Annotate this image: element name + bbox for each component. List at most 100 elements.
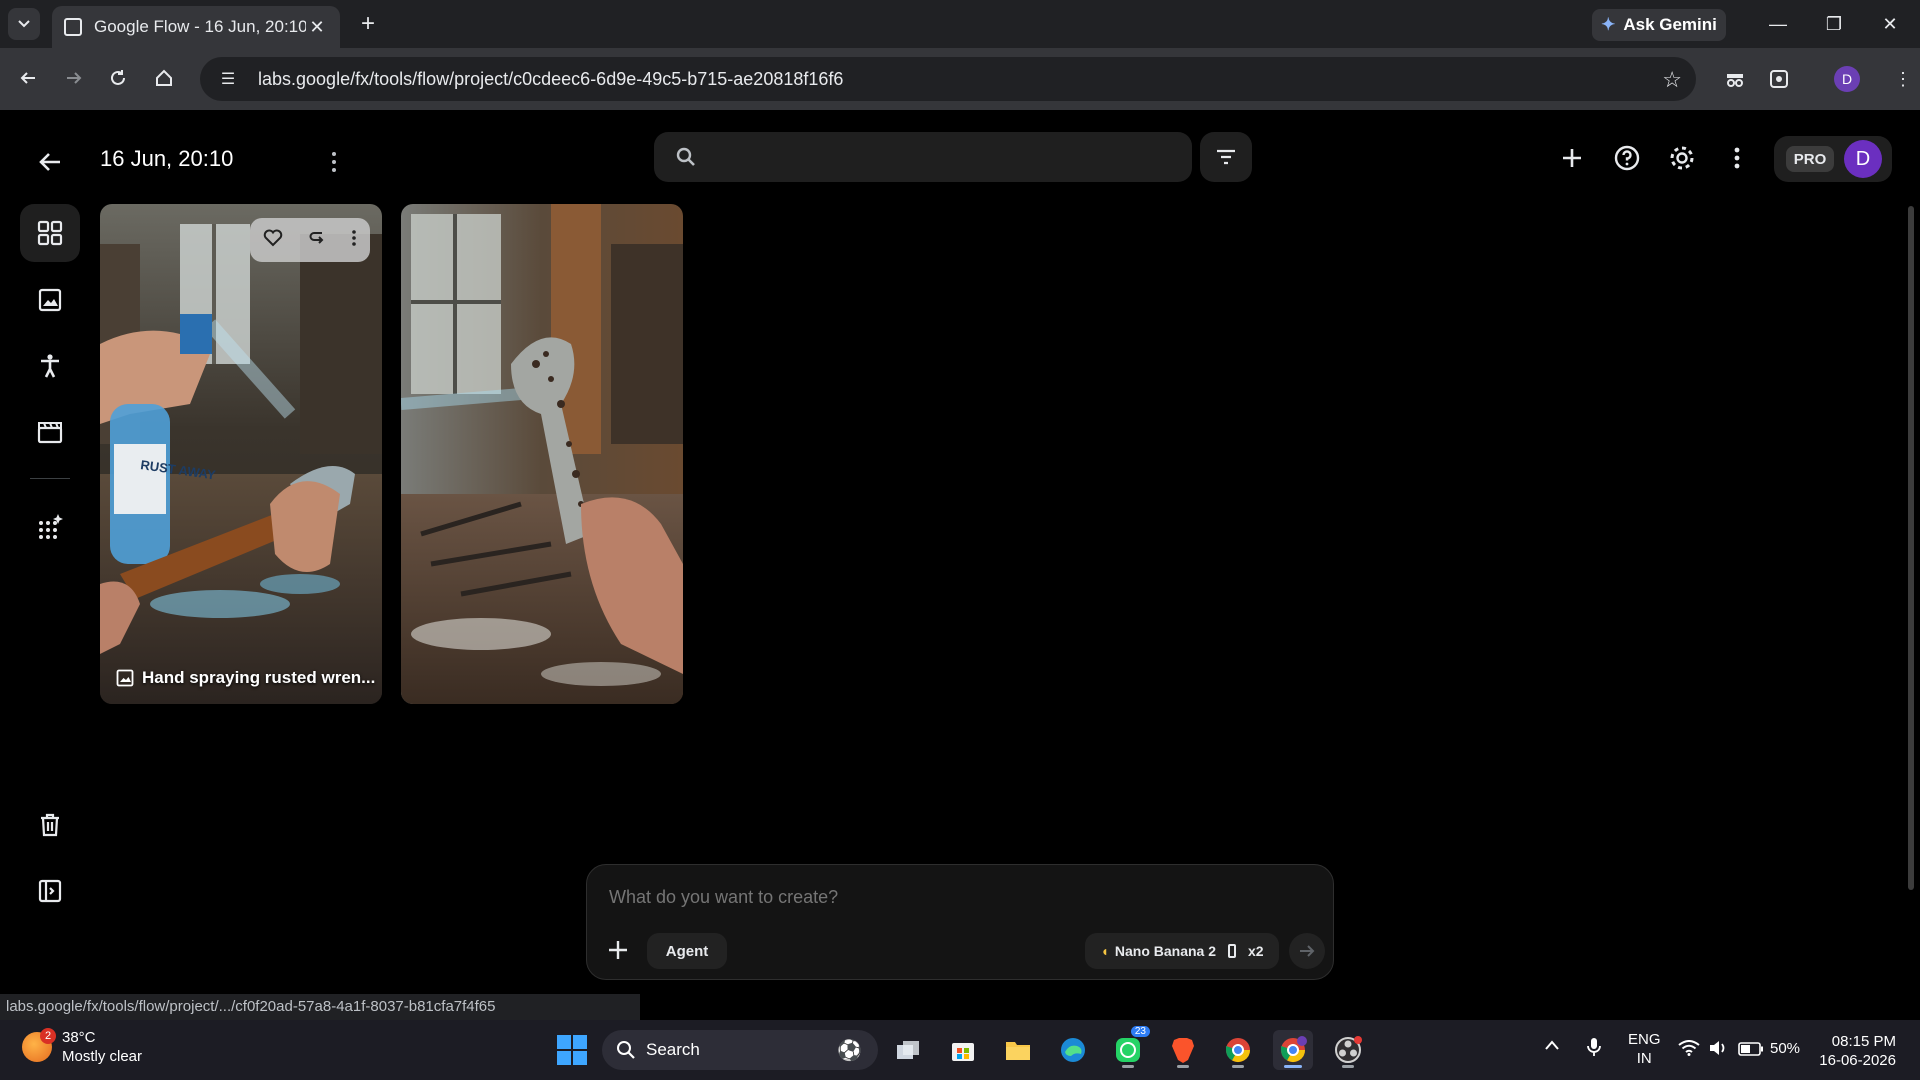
agent-button[interactable]: Agent xyxy=(647,933,727,969)
new-tab-button[interactable]: + xyxy=(354,10,382,38)
search-input[interactable] xyxy=(654,132,1192,182)
weather-desc: Mostly clear xyxy=(62,1048,143,1065)
restore-window-button[interactable]: ❐ xyxy=(1814,10,1854,38)
generated-image-wrench-spray xyxy=(401,204,683,704)
nav-toggle-panel[interactable] xyxy=(20,862,80,920)
os-taskbar: 2 38°C Mostly clear Search ⚽ 23 ENG IN 5… xyxy=(0,1020,1920,1080)
edge-browser-icon[interactable] xyxy=(1053,1030,1093,1070)
link-hover-status: labs.google/fx/tools/flow/project/.../cf… xyxy=(0,994,640,1020)
start-button[interactable] xyxy=(552,1030,592,1070)
chrome-menu-icon[interactable]: ⋮ xyxy=(1888,64,1918,94)
chrome-profile-icon[interactable] xyxy=(1273,1030,1313,1070)
prompt-input[interactable] xyxy=(609,887,1269,908)
clapperboard-icon xyxy=(37,422,63,444)
nav-tools[interactable] xyxy=(20,497,80,555)
add-media-icon[interactable] xyxy=(603,935,633,965)
obs-recorder-icon[interactable] xyxy=(1328,1030,1368,1070)
bookmark-star-icon[interactable]: ☆ xyxy=(1662,67,1682,93)
battery-status[interactable]: 50% xyxy=(1738,1040,1800,1057)
browser-toolbar: ☰ labs.google/fx/tools/flow/project/c0cd… xyxy=(0,48,1920,110)
card-caption: Hand spraying rusted wren... xyxy=(116,668,375,688)
page-scrollbar[interactable] xyxy=(1908,206,1914,890)
gemini-sparkle-icon: ✦ xyxy=(1601,15,1616,34)
reuse-prompt-icon[interactable] xyxy=(308,229,326,252)
favorite-heart-icon[interactable] xyxy=(263,229,283,252)
minimize-window-button[interactable]: — xyxy=(1758,10,1798,38)
prompt-composer: Agent ◖ Nano Banana 2 x2 xyxy=(586,864,1334,980)
image-icon xyxy=(38,288,62,312)
person-icon xyxy=(41,354,59,378)
url-text: labs.google/fx/tools/flow/project/c0cdee… xyxy=(258,68,844,89)
language-code: ENG xyxy=(1628,1031,1661,1048)
help-icon[interactable] xyxy=(1611,142,1643,174)
clock-date: 16-06-2026 xyxy=(1819,1052,1896,1069)
system-clock[interactable]: 08:15 PM 16-06-2026 xyxy=(1812,1032,1896,1070)
battery-icon xyxy=(1738,1041,1763,1056)
weather-widget[interactable]: 2 38°C Mostly clear xyxy=(22,1028,142,1066)
card-action-bar xyxy=(250,218,370,262)
add-icon[interactable] xyxy=(1556,142,1588,174)
tab-search-button[interactable] xyxy=(8,8,40,40)
chrome-profile-avatar[interactable]: D xyxy=(1834,66,1860,92)
nav-all-grid[interactable] xyxy=(20,204,80,262)
user-avatar[interactable]: D xyxy=(1844,140,1882,178)
home-icon[interactable] xyxy=(148,62,180,94)
chevron-down-icon xyxy=(18,20,30,28)
media-card[interactable]: RUST AWAY Hand spraying rusted wren... xyxy=(100,204,382,704)
project-menu-icon[interactable] xyxy=(322,148,346,176)
running-indicator xyxy=(1342,1065,1354,1068)
weather-badge: 2 xyxy=(40,1028,56,1044)
close-tab-icon[interactable]: ✕ xyxy=(306,16,328,38)
reload-icon[interactable] xyxy=(102,62,134,94)
project-title[interactable]: 16 Jun, 20:10 xyxy=(100,146,233,172)
active-indicator xyxy=(1284,1065,1302,1068)
file-explorer-icon[interactable] xyxy=(998,1030,1038,1070)
wifi-icon[interactable] xyxy=(1678,1040,1700,1060)
chrome-icon[interactable] xyxy=(1218,1030,1258,1070)
close-window-button[interactable]: ✕ xyxy=(1870,10,1910,38)
media-card[interactable] xyxy=(401,204,683,704)
model-selector[interactable]: ◖ Nano Banana 2 x2 xyxy=(1085,933,1279,969)
tab-favicon-icon xyxy=(64,18,82,36)
output-count: x2 xyxy=(1248,943,1264,959)
settings-gear-icon[interactable] xyxy=(1666,142,1698,174)
nav-trash[interactable] xyxy=(20,796,80,854)
weather-sun-icon: 2 xyxy=(22,1028,56,1062)
taskbar-search[interactable]: Search ⚽ xyxy=(602,1030,878,1070)
microsoft-store-icon[interactable] xyxy=(943,1030,983,1070)
show-hidden-icons[interactable] xyxy=(1544,1038,1560,1055)
volume-icon[interactable] xyxy=(1708,1039,1728,1061)
browser-tab[interactable]: Google Flow - 16 Jun, 20:10 ✕ xyxy=(52,6,340,48)
screenshot-icon[interactable] xyxy=(1764,64,1794,94)
aspect-ratio-icon xyxy=(1228,944,1237,958)
whatsapp-unread-badge: 23 xyxy=(1130,1026,1150,1037)
card-caption-text: Hand spraying rusted wren... xyxy=(142,668,376,687)
nav-scenes[interactable] xyxy=(20,403,80,461)
account-chip[interactable]: PRO D xyxy=(1774,136,1892,182)
microphone-icon[interactable] xyxy=(1586,1036,1602,1062)
whatsapp-icon[interactable]: 23 xyxy=(1108,1026,1150,1070)
search-icon xyxy=(617,1041,635,1059)
back-arrow-icon[interactable] xyxy=(34,146,66,178)
ask-gemini-label: Ask Gemini xyxy=(1623,15,1717,34)
search-icon xyxy=(676,147,695,166)
ask-gemini-button[interactable]: ✦ Ask Gemini xyxy=(1592,9,1726,41)
battery-percent: 50% xyxy=(1770,1040,1801,1057)
task-view-icon[interactable] xyxy=(888,1030,928,1070)
filter-button[interactable] xyxy=(1200,132,1252,182)
site-info-icon[interactable]: ☰ xyxy=(216,67,240,91)
brave-browser-icon[interactable] xyxy=(1163,1030,1203,1070)
nav-images[interactable] xyxy=(20,271,80,329)
model-label: Nano Banana 2 xyxy=(1114,943,1217,959)
address-bar[interactable]: ☰ labs.google/fx/tools/flow/project/c0cd… xyxy=(200,57,1696,101)
language-indicator[interactable]: ENG IN xyxy=(1628,1030,1661,1068)
send-button[interactable] xyxy=(1289,933,1325,969)
back-icon[interactable] xyxy=(12,62,44,94)
incognito-icon[interactable] xyxy=(1720,64,1750,94)
generated-image-spraying: RUST AWAY xyxy=(100,204,382,704)
card-more-icon[interactable] xyxy=(351,229,357,252)
nav-characters[interactable] xyxy=(20,337,80,395)
more-options-icon[interactable] xyxy=(1721,142,1753,174)
windows-logo-icon xyxy=(557,1035,587,1065)
forward-icon[interactable] xyxy=(58,62,90,94)
